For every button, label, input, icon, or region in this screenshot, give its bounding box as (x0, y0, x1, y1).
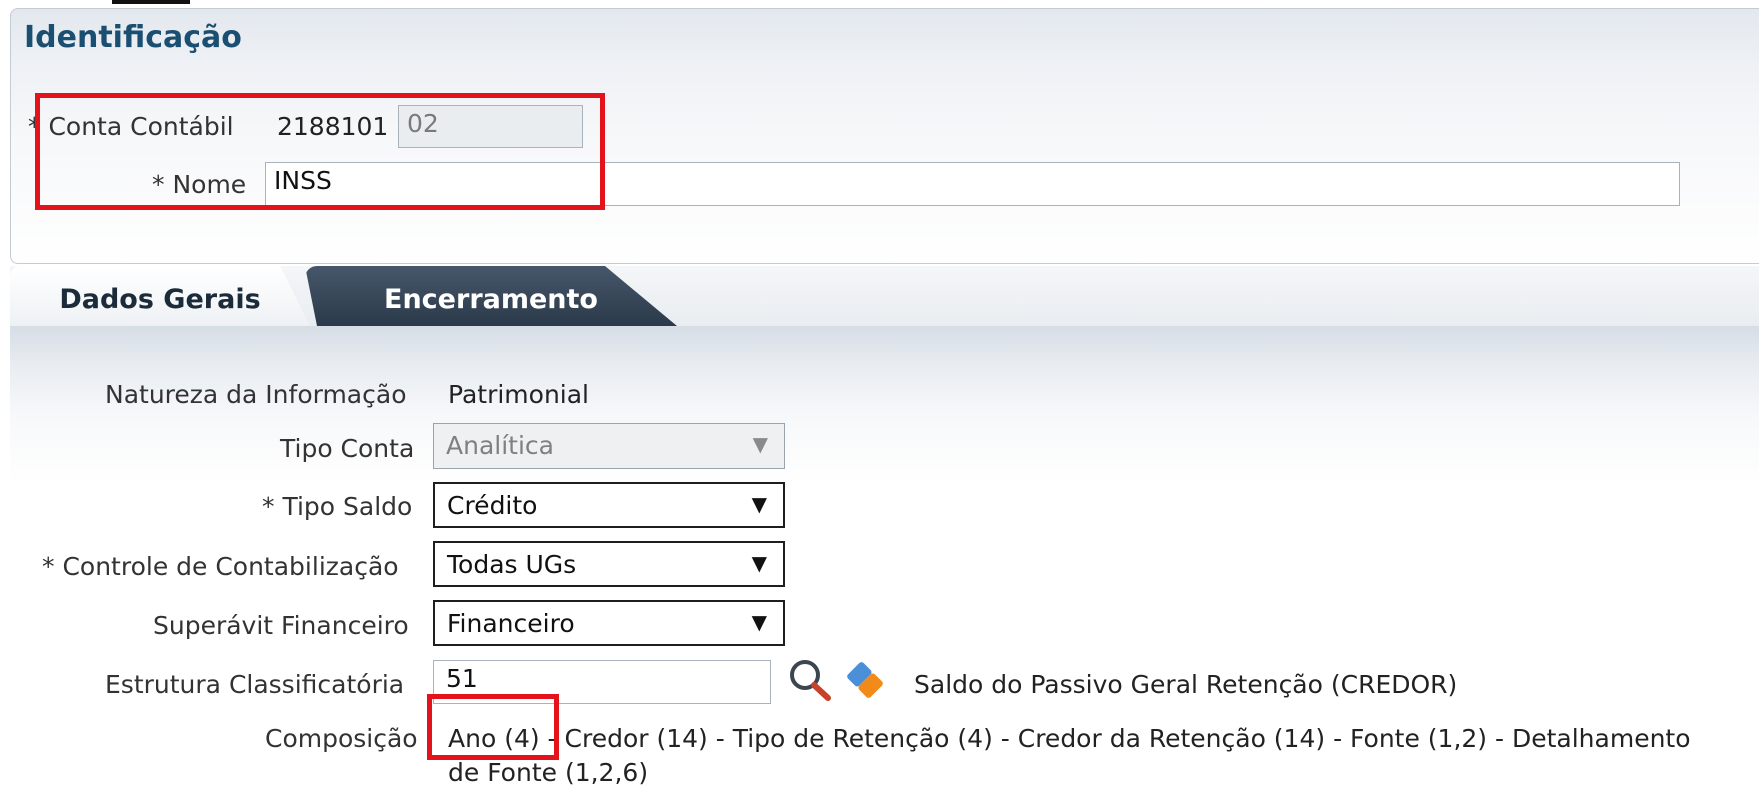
estrutura-label: Estrutura Classificatória (105, 670, 405, 699)
superavit-value: Financeiro (447, 609, 575, 638)
chevron-down-icon: ▼ (751, 492, 767, 516)
controle-value: Todas UGs (447, 550, 577, 579)
tab-encerramento[interactable]: Encerramento (305, 266, 677, 326)
chevron-down-icon: ▼ (752, 432, 768, 456)
composicao-line-1: Ano (4) - Credor (14) - Tipo de Retenção… (448, 724, 1691, 753)
highlight-box-composicao (427, 694, 559, 760)
search-icon[interactable] (787, 657, 833, 703)
estrutura-description: Saldo do Passivo Geral Retenção (CREDOR) (914, 670, 1458, 699)
composicao-line-2: de Fonte (1,2,6) (448, 758, 649, 787)
controle-select[interactable]: Todas UGs ▼ (433, 541, 785, 587)
superavit-select[interactable]: Financeiro ▼ (433, 600, 785, 646)
controle-label: * Controle de Contabilização (42, 552, 399, 581)
tab-bar: Dados Gerais Encerramento (10, 266, 1759, 326)
chevron-down-icon: ▼ (751, 610, 767, 634)
highlight-box-identificacao (35, 93, 605, 210)
eraser-icon[interactable] (843, 659, 887, 701)
natureza-label: Natureza da Informação (105, 380, 407, 409)
header-text-fragment (112, 0, 190, 4)
tipo-saldo-select[interactable]: Crédito ▼ (433, 482, 785, 528)
tipo-saldo-label: * Tipo Saldo (262, 492, 413, 521)
tipo-saldo-value: Crédito (447, 491, 538, 520)
tipo-conta-value: Analítica (446, 431, 554, 460)
natureza-value: Patrimonial (448, 380, 590, 409)
tab-dados-gerais[interactable]: Dados Gerais (10, 266, 310, 326)
chevron-down-icon: ▼ (751, 551, 767, 575)
composicao-label: Composição (265, 724, 418, 753)
superavit-label: Superávit Financeiro (153, 611, 409, 640)
panel-title: Identificação (24, 20, 242, 55)
tipo-conta-select: Analítica ▼ (433, 423, 785, 469)
tipo-conta-label: Tipo Conta (280, 434, 415, 463)
